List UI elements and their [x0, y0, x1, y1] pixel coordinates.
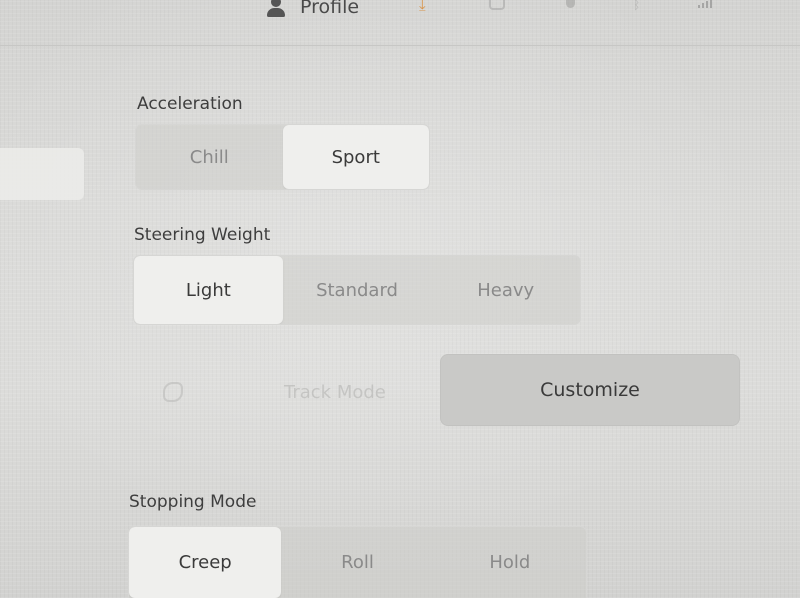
track-mode-label: Track Mode [284, 381, 386, 403]
steering-option-heavy[interactable]: Heavy [431, 256, 580, 324]
stopping-mode-segmented-control: Creep Roll Hold [128, 526, 587, 598]
acceleration-segmented-control: Chill Sport [135, 124, 430, 190]
bell-icon[interactable] [563, 0, 579, 12]
acceleration-option-chill[interactable]: Chill [136, 125, 283, 189]
profile-label: Profile [300, 0, 360, 18]
profile-icon [266, 0, 286, 18]
stopping-option-roll[interactable]: Roll [281, 527, 433, 598]
steering-weight-label: Steering Weight [134, 225, 271, 245]
track-icon [160, 379, 186, 405]
acceleration-label: Acceleration [137, 94, 243, 114]
top-status-bar: Profile ⤓ ᛒ [0, 0, 800, 46]
steering-option-standard[interactable]: Standard [283, 256, 432, 324]
bluetooth-icon[interactable]: ᛒ [633, 0, 649, 12]
stopping-mode-label: Stopping Mode [129, 492, 257, 512]
steering-weight-segmented-control: Light Standard Heavy [133, 255, 581, 325]
profile-button[interactable]: Profile [266, 0, 359, 18]
stopping-option-hold[interactable]: Hold [434, 527, 586, 598]
signal-icon [698, 0, 714, 12]
customize-button[interactable]: Customize [440, 354, 740, 426]
download-icon[interactable]: ⤓ [419, 0, 435, 13]
acceleration-option-sport[interactable]: Sport [282, 125, 429, 189]
stopping-option-creep[interactable]: Creep [129, 527, 282, 598]
track-mode-button[interactable]: Track Mode [160, 372, 386, 412]
camera-icon[interactable] [488, 0, 505, 12]
sidebar-selected-item[interactable] [0, 148, 84, 200]
steering-option-light[interactable]: Light [134, 256, 283, 324]
